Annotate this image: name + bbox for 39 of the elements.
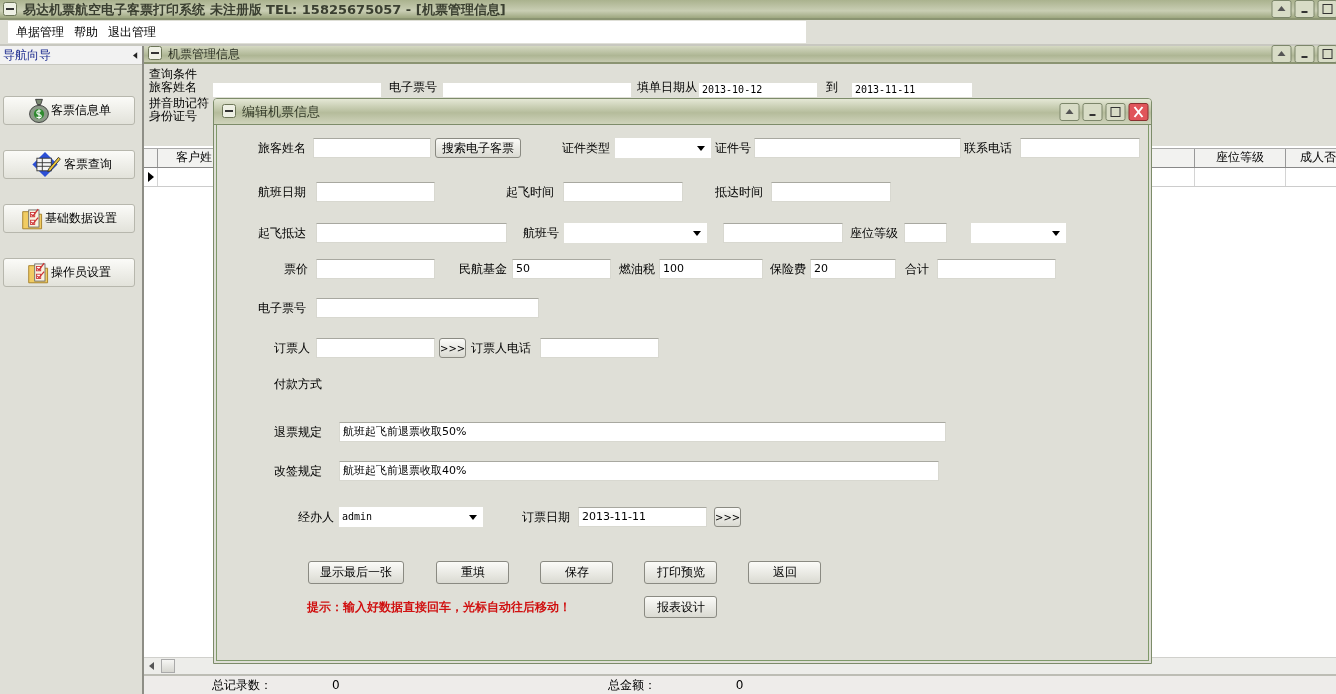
field-label: 电子票号 [389,81,437,94]
field-label: 民航基金 [459,260,508,278]
field-label: 抵达时间 [715,183,764,201]
field-label: 付款方式 [274,375,323,393]
field-label: 旅客姓名 [149,81,197,94]
hint-text: 提示：输入好数据直接回车，光标自动往后移动！ [307,598,572,616]
field-label: 改签规定 [274,462,323,480]
dialog-title: 编辑机票信息 [242,102,320,121]
navigation-title: 导航向导 [3,46,51,64]
field-label: 身份证号 [149,110,197,123]
status-label: 总记录数： [212,677,272,693]
field-label: 订票人电话 [471,339,532,357]
status-value: 0 [332,677,340,693]
field-label: 联系电话 [964,139,1013,157]
field-label: 订票人 [274,339,311,357]
field-label: 燃油税 [619,260,656,278]
status-label: 总金额： [607,677,656,693]
field-label: 座位等级 [850,224,899,242]
field-label: 填单日期从 [637,81,697,94]
field-label: 证件号 [715,139,752,157]
status-value: 0 [735,677,744,693]
field-label: 旅客姓名 [258,139,307,157]
field-label: 到 [826,81,838,94]
field-label: 合计 [905,260,930,278]
field-label: 起飞抵达 [258,224,307,242]
query-section-title: 查询条件 [149,68,197,81]
field-label: 保险费 [770,260,807,278]
field-label: 证件类型 [562,139,611,157]
field-label: 起飞时间 [506,183,555,201]
field-label: 航班日期 [258,183,307,201]
field-label: 经办人 [298,508,335,526]
child-window-title: 机票管理信息 [168,45,240,63]
field-label: 订票日期 [522,508,571,526]
field-label: 电子票号 [258,299,307,317]
window-title: 易达机票航空电子客票打印系统 未注册版 TEL: 15825675057 - [机票管理信息] [23,2,506,18]
field-label: 拼音助记符 [149,97,209,110]
field-label: 票价 [284,260,309,278]
field-label: 退票规定 [274,423,323,441]
field-label: 航班号 [523,224,560,242]
